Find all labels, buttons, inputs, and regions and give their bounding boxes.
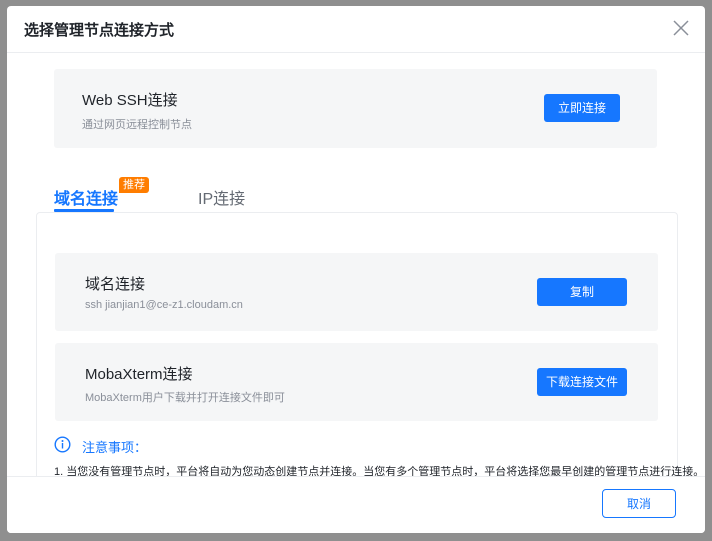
connect-now-button[interactable]: 立即连接 [544,94,620,122]
domain-card-title: 域名连接 [85,276,146,293]
dialog-body: Web SSH连接 通过网页远程控制节点 立即连接 域名连接 推荐 IP连接 域… [7,53,705,483]
moba-card-subtitle: MobaXterm用户下载并打开连接文件即可 [85,392,285,404]
tab-domain[interactable]: 域名连接 [54,185,118,209]
web-ssh-card: Web SSH连接 通过网页远程控制节点 立即连接 [54,69,657,148]
cancel-button[interactable]: 取消 [602,489,676,518]
web-ssh-title: Web SSH连接 [82,92,178,109]
recommend-badge: 推荐 [119,177,149,193]
dialog-footer: 取消 [7,476,705,533]
connection-tabs: 域名连接 推荐 IP连接 [54,173,674,213]
info-icon [54,436,71,458]
moba-card-title: MobaXterm连接 [85,366,193,383]
notice-title: 注意事项： [82,440,148,455]
domain-card: 域名连接 ssh jianjian1@ce-z1.cloudam.cn 复制 [55,253,658,331]
download-file-button[interactable]: 下载连接文件 [537,368,627,396]
connection-dialog: 选择管理节点连接方式 Web SSH连接 通过网页远程控制节点 立即连接 域名连… [7,6,705,533]
moba-card: MobaXterm连接 MobaXterm用户下载并打开连接文件即可 下载连接文… [55,343,658,421]
dialog-title: 选择管理节点连接方式 [24,22,175,39]
web-ssh-subtitle: 通过网页远程控制节点 [82,119,192,131]
close-icon[interactable] [671,18,691,38]
copy-button[interactable]: 复制 [537,278,627,306]
tab-ip[interactable]: IP连接 [198,185,245,209]
domain-card-command: ssh jianjian1@ce-z1.cloudam.cn [85,299,243,311]
dialog-header: 选择管理节点连接方式 [7,6,705,53]
